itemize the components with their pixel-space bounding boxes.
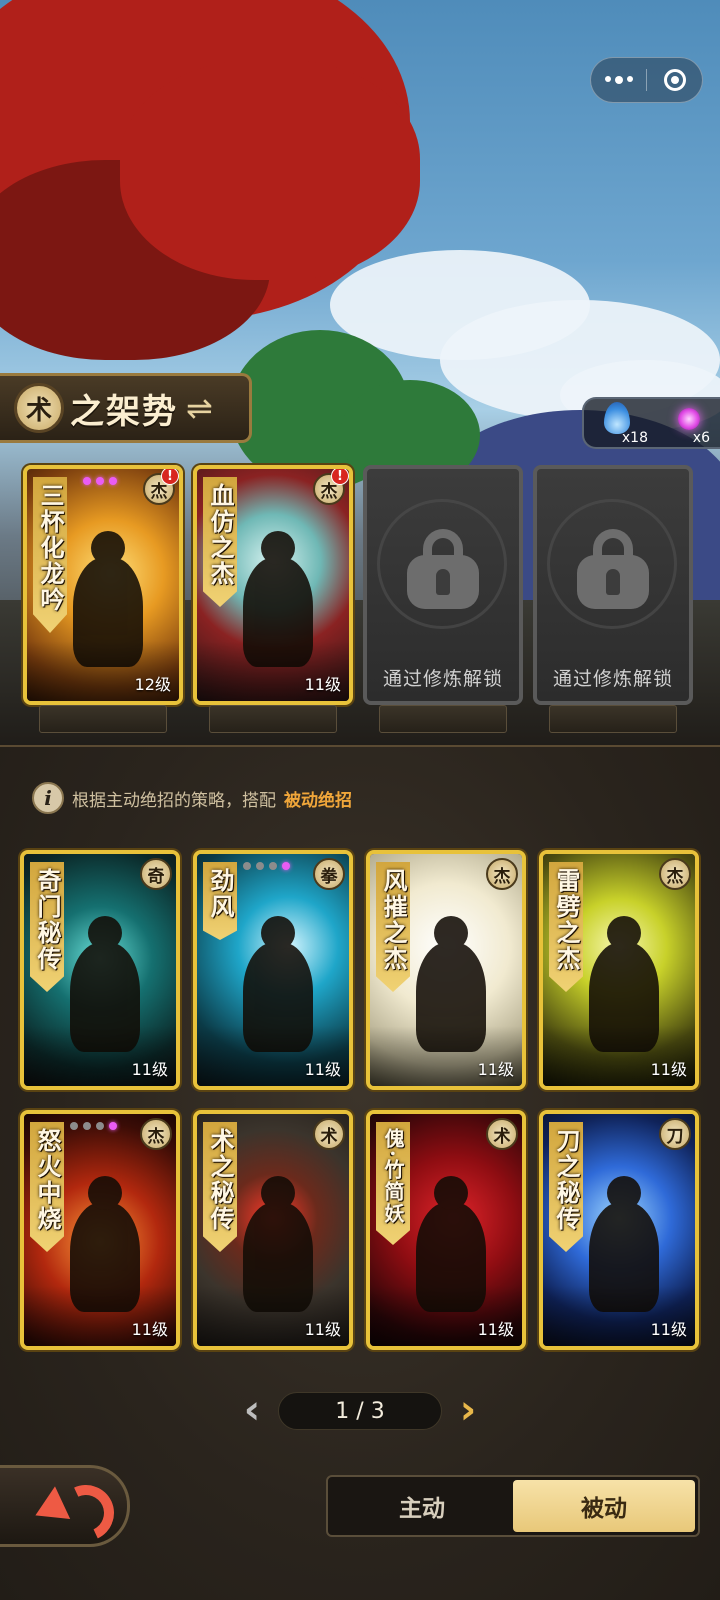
purple-orb-icon — [678, 408, 700, 430]
skill-level: 11级 — [131, 1320, 168, 1339]
skill-type-badge: 刀 — [659, 1118, 691, 1150]
stance-type-badge: 术 — [14, 383, 64, 433]
skill-level: 11级 — [650, 1060, 687, 1079]
back-button[interactable] — [0, 1465, 130, 1547]
skill-level: 12级 — [134, 675, 171, 694]
active-skill-slot-1[interactable]: 三杯化龙吟 杰 ! 12级 — [23, 465, 183, 705]
slot-pedestal — [209, 705, 337, 733]
skill-level: 11级 — [477, 1320, 514, 1339]
star-gems — [70, 1122, 117, 1130]
passive-skill-card[interactable]: 术之秘传 术 11级 — [193, 1110, 353, 1350]
close-miniprogram-button[interactable] — [647, 58, 702, 102]
skill-name: 血仿之杰 — [206, 483, 235, 587]
next-page-button[interactable]: › — [450, 1390, 486, 1432]
swap-icon[interactable]: ⇌ — [186, 389, 213, 427]
stance-title: 之架势 — [70, 391, 178, 432]
orb-count: x6 — [692, 430, 710, 446]
skill-name: 风摧之杰 — [379, 868, 408, 972]
skill-name: 奇门秘传 — [33, 868, 62, 972]
skill-type-badge: 术 — [486, 1118, 518, 1150]
hint-text: 根据主动绝招的策略，搭配 — [72, 790, 276, 811]
skill-name-ribbon: 血仿之杰 — [203, 477, 237, 607]
slot-pedestal — [549, 705, 677, 733]
resource-bar: x18 x6 — [582, 397, 720, 449]
more-button[interactable] — [591, 58, 646, 102]
passive-skill-card[interactable]: 刀之秘传 刀 11级 — [539, 1110, 699, 1350]
skill-type-badge: 杰 — [486, 858, 518, 890]
star-gems — [243, 862, 290, 870]
passive-mode-button[interactable]: 被动 — [513, 1480, 695, 1532]
skill-level: 11级 — [131, 1060, 168, 1079]
pagination: ‹ 1 / 3 › — [234, 1390, 486, 1432]
passive-skill-card[interactable]: 傀·竹简妖 术 11级 — [366, 1110, 526, 1350]
locked-skill-slot-4[interactable]: 通过修炼解锁 — [533, 465, 693, 705]
passive-skill-card[interactable]: 雷劈之杰 杰 11级 — [539, 850, 699, 1090]
skill-name: 三杯化龙吟 — [36, 483, 65, 613]
passive-skill-card[interactable]: 风摧之杰 杰 11级 — [366, 850, 526, 1090]
resource-orb[interactable]: x6 — [656, 400, 710, 446]
skill-type-badge: 术 — [313, 1118, 345, 1150]
skill-name: 劲风 — [206, 868, 235, 920]
flame-count: x18 — [621, 430, 648, 446]
target-icon — [663, 69, 686, 91]
alert-icon: ! — [161, 469, 179, 485]
skill-level: 11级 — [304, 675, 341, 694]
alert-icon: ! — [331, 469, 349, 485]
skill-level: 11级 — [650, 1320, 687, 1339]
passive-skill-card[interactable]: 劲风 拳 11级 — [193, 850, 353, 1090]
skill-level: 11级 — [477, 1060, 514, 1079]
stance-switch-banner[interactable]: 术 之架势 ⇌ — [0, 373, 252, 443]
miniprogram-capsule — [590, 57, 703, 103]
slot-pedestal — [379, 705, 507, 733]
skill-type-badge: 杰 — [140, 1118, 172, 1150]
slot-pedestal — [39, 705, 167, 733]
skill-name: 术之秘传 — [206, 1128, 235, 1232]
hint-highlight: 被动绝招 — [284, 790, 352, 811]
active-mode-button[interactable]: 主动 — [331, 1480, 513, 1532]
skill-type-badge: 杰 — [659, 858, 691, 890]
skill-name: 刀之秘传 — [552, 1128, 581, 1232]
passive-skill-card[interactable]: 奇门秘传 奇 11级 — [20, 850, 180, 1090]
skill-name: 雷劈之杰 — [552, 868, 581, 972]
strategy-hint: i 根据主动绝招的策略，搭配 被动绝招 — [32, 782, 352, 814]
unlock-hint-label: 通过修炼解锁 — [382, 668, 503, 690]
skill-name: 傀·竹简妖 — [381, 1128, 405, 1225]
lock-icon — [407, 529, 479, 609]
skill-type-badge: 拳 — [313, 858, 345, 890]
skill-level: 11级 — [304, 1060, 341, 1079]
info-icon[interactable]: i — [32, 782, 64, 814]
skill-name: 怒火中烧 — [33, 1128, 62, 1232]
lock-icon — [577, 529, 649, 609]
skill-level: 11级 — [304, 1320, 341, 1339]
skill-name-ribbon: 三杯化龙吟 — [33, 477, 67, 633]
prev-page-button[interactable]: ‹ — [234, 1390, 270, 1432]
back-arrow-icon — [34, 1483, 94, 1529]
unlock-hint-label: 通过修炼解锁 — [552, 668, 673, 690]
page-indicator: 1 / 3 — [278, 1392, 442, 1430]
more-dots-icon — [604, 76, 633, 84]
skill-type-badge: 奇 — [140, 858, 172, 890]
passive-skill-card[interactable]: 怒火中烧 杰 11级 — [20, 1110, 180, 1350]
resource-flame[interactable]: x18 — [594, 400, 648, 446]
skill-mode-toggle: 主动 被动 — [326, 1475, 700, 1537]
locked-skill-slot-3[interactable]: 通过修炼解锁 — [363, 465, 523, 705]
active-skill-slot-2[interactable]: 血仿之杰 杰 ! 11级 — [193, 465, 353, 705]
star-gems — [83, 477, 117, 485]
